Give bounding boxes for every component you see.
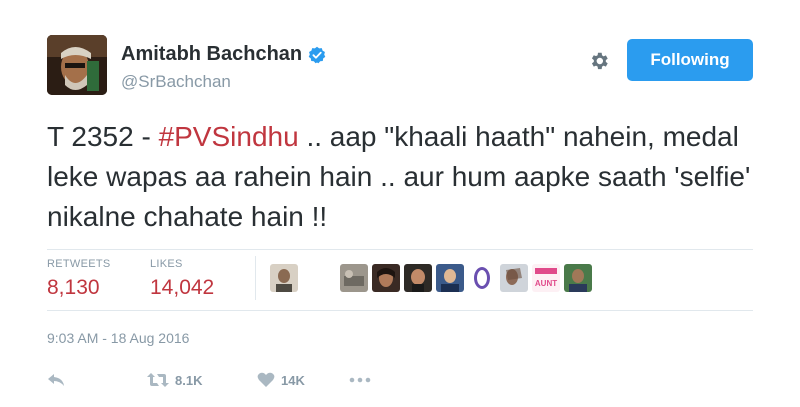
liker-avatar-9[interactable] [564, 264, 592, 292]
following-button[interactable]: Following [627, 39, 753, 81]
liker-avatar-5[interactable] [436, 264, 464, 292]
user-info: Amitabh Bachchan @SrBachchan [121, 43, 326, 92]
tweet-actions: 8.1K 14K [47, 372, 371, 388]
liker-avatar-3[interactable] [372, 264, 400, 292]
retweets-stat[interactable]: RETWEETS 8,130 [47, 258, 111, 300]
stats-top-divider [47, 249, 753, 250]
likes-count: 14,042 [150, 276, 215, 299]
profile-avatar[interactable] [47, 35, 107, 95]
display-name[interactable]: Amitabh Bachchan [121, 43, 302, 66]
liker-avatar-list [270, 264, 298, 292]
stats-bottom-divider [47, 310, 753, 311]
retweets-label: RETWEETS [47, 258, 111, 270]
verified-badge-icon [308, 46, 326, 63]
retweet-icon [147, 373, 169, 387]
liker-avatar-group: AUNT [340, 264, 592, 292]
user-handle[interactable]: @SrBachchan [121, 72, 326, 92]
tweet-text: T 2352 - #PVSindhu .. aap "khaali haath"… [47, 117, 767, 237]
liker-avatar-4[interactable] [404, 264, 432, 292]
liker-avatar-8[interactable]: AUNT [532, 264, 560, 292]
like-button[interactable]: 14K [257, 372, 349, 388]
tweet-timestamp[interactable]: 9:03 AM - 18 Aug 2016 [47, 330, 189, 346]
heart-icon [257, 372, 275, 387]
liker-avatar-7[interactable] [500, 264, 528, 292]
reply-icon [48, 374, 64, 386]
aunt-logo-text: AUNT [535, 279, 557, 288]
hashtag-link[interactable]: #PVSindhu [159, 121, 299, 152]
reply-button[interactable] [47, 372, 147, 388]
retweet-count: 8.1K [175, 372, 203, 388]
more-icon [349, 377, 371, 383]
liker-avatar-2[interactable] [340, 264, 368, 292]
liker-avatar-6[interactable] [468, 264, 496, 292]
display-name-row[interactable]: Amitabh Bachchan [121, 43, 326, 66]
stats-separator [255, 256, 256, 300]
tweet-text-prefix: T 2352 - [47, 121, 159, 152]
gear-icon[interactable] [588, 50, 610, 72]
liker-avatar-1[interactable] [270, 264, 298, 292]
like-count: 14K [281, 372, 305, 388]
likes-stat[interactable]: LIKES 14,042 [150, 258, 214, 300]
likes-label: LIKES [150, 258, 183, 270]
retweets-count: 8,130 [47, 276, 100, 299]
more-button[interactable] [349, 377, 371, 383]
retweet-button[interactable]: 8.1K [147, 372, 257, 388]
